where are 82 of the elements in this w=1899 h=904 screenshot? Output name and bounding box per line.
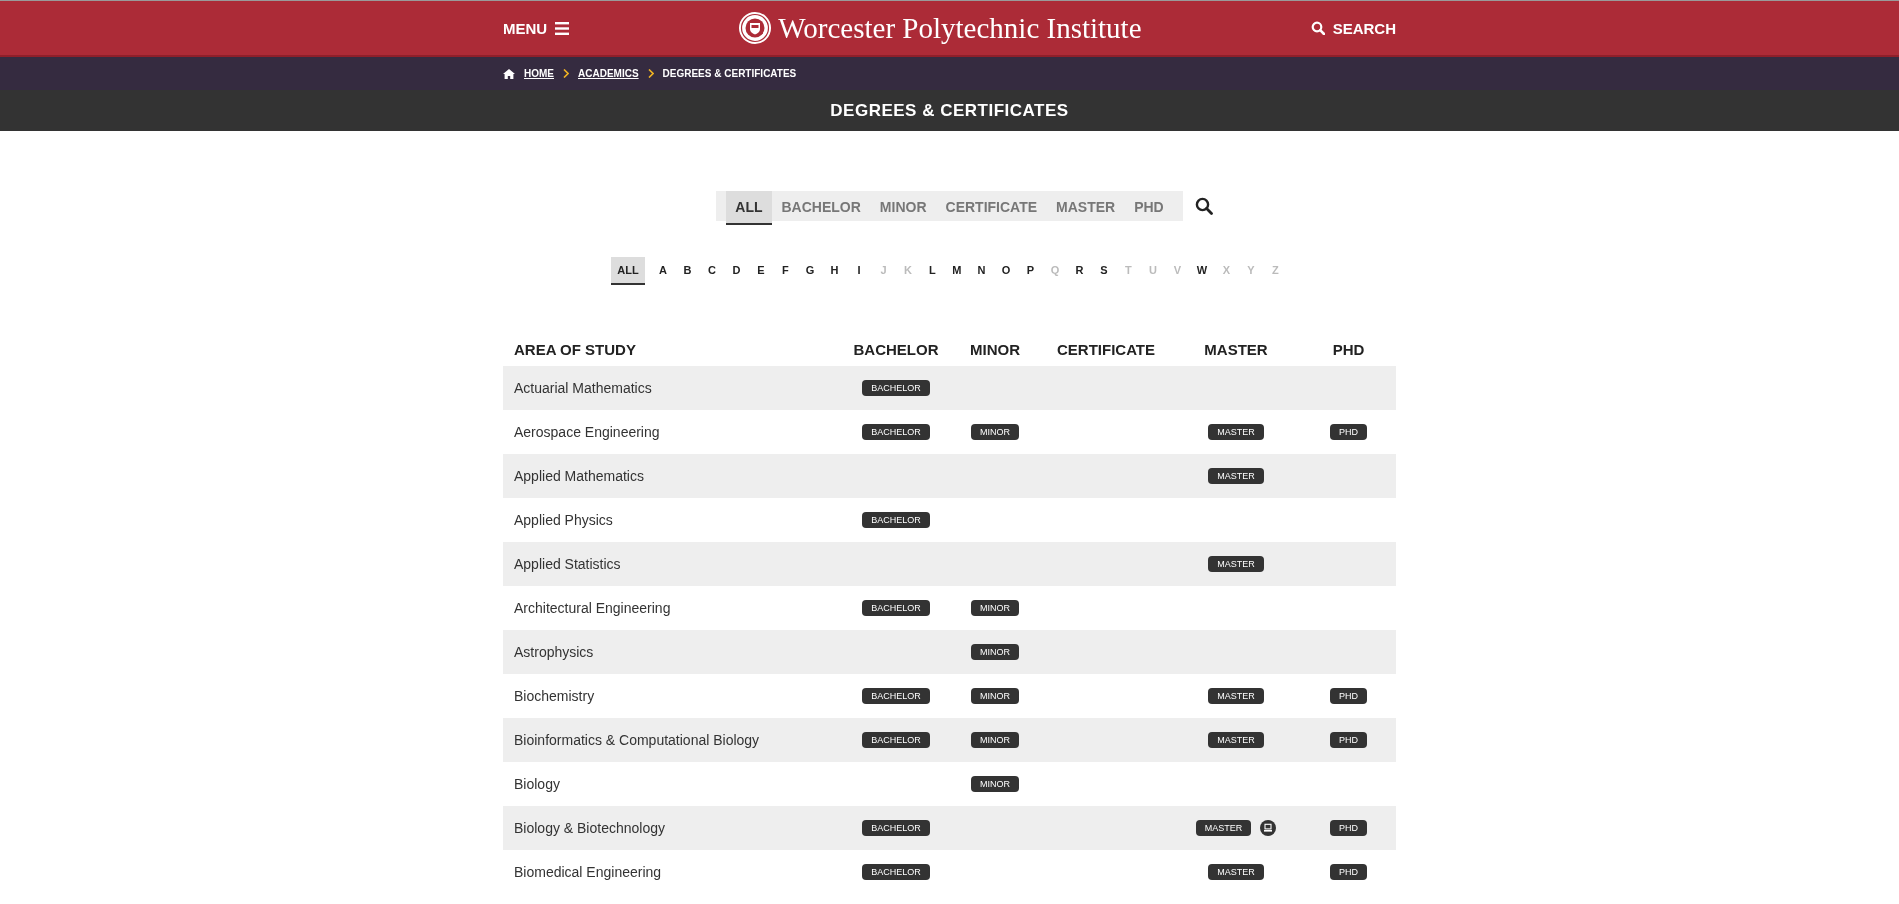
letter-filter[interactable]: P (1018, 257, 1043, 285)
column-header: CERTIFICATE (1056, 340, 1156, 358)
filter-tab[interactable]: BACHELOR (772, 191, 870, 225)
letter-filter[interactable]: ALL (611, 257, 645, 285)
letter-filter[interactable]: W (1189, 257, 1215, 285)
degree-badge[interactable]: MINOR (971, 644, 1019, 660)
letter-filter[interactable]: G (797, 257, 823, 285)
area-of-study: Applied Mathematics (514, 468, 644, 484)
search-button[interactable]: SEARCH (1310, 19, 1396, 37)
degree-badge[interactable]: MASTER (1208, 864, 1264, 880)
chevron-icon (647, 69, 654, 78)
breadcrumb-link[interactable]: ACADEMICS (578, 68, 639, 79)
degree-badge[interactable]: PHD (1330, 864, 1367, 880)
site-logo-link[interactable]: Worcester Polytechnic Institute (738, 11, 1142, 45)
degree-badge[interactable]: MINOR (971, 424, 1019, 440)
letter-filter[interactable]: H (822, 257, 847, 285)
search-icon[interactable] (1194, 197, 1213, 215)
letter-filter[interactable]: I (846, 257, 872, 285)
degree-badge[interactable]: MINOR (971, 600, 1019, 616)
letter-filter[interactable]: A (650, 257, 676, 285)
column-header: MINOR (970, 340, 1020, 358)
filter-tab[interactable]: ALL (726, 191, 772, 225)
area-of-study: Actuarial Mathematics (514, 380, 652, 396)
letter-filter[interactable]: N (969, 257, 994, 285)
degree-badge[interactable]: BACHELOR (862, 864, 930, 880)
degree-badge[interactable]: BACHELOR (862, 600, 930, 616)
degree-badge[interactable]: BACHELOR (862, 732, 930, 748)
letter-filter[interactable]: E (748, 257, 774, 285)
area-of-study: Biochemistry (514, 688, 595, 704)
letter-filter[interactable]: D (724, 257, 749, 285)
degree-badge[interactable]: MASTER (1208, 732, 1264, 748)
letter-filter[interactable]: L (920, 257, 945, 285)
area-of-study: Biology & Biotechnology (514, 820, 665, 836)
letter-filter[interactable]: F (773, 257, 798, 285)
degree-badge[interactable]: PHD (1330, 820, 1367, 836)
degree-badge[interactable]: BACHELOR (862, 512, 930, 528)
area-of-study: Applied Statistics (514, 556, 621, 572)
hamburger-icon (555, 21, 570, 35)
breadcrumb-link[interactable]: HOME (524, 68, 554, 79)
seal-icon (738, 11, 773, 45)
degree-badge[interactable]: MASTER (1208, 424, 1264, 440)
area-of-study: Aerospace Engineering (514, 424, 660, 440)
filter-tab[interactable]: MINOR (870, 191, 936, 225)
area-of-study: Biomedical Engineering (514, 864, 662, 880)
degree-badge[interactable]: PHD (1330, 424, 1367, 440)
area-of-study: Bioinformatics & Computational Biology (514, 732, 760, 748)
degree-badge[interactable]: MASTER (1208, 556, 1264, 572)
degree-badge[interactable]: MINOR (971, 732, 1019, 748)
filter-tab[interactable]: PHD (1125, 191, 1173, 225)
degree-badge[interactable]: PHD (1330, 688, 1367, 704)
area-of-study: Applied Physics (514, 512, 613, 528)
column-header: MASTER (1204, 340, 1268, 358)
search-icon (1310, 21, 1325, 35)
letter-filter[interactable]: R (1067, 257, 1092, 285)
degree-badge[interactable]: BACHELOR (862, 424, 930, 440)
degree-badge[interactable]: MASTER (1208, 688, 1264, 704)
page-title: DEGREES & CERTIFICATES (830, 100, 1069, 121)
degree-badge[interactable]: BACHELOR (862, 688, 930, 704)
letter-filter[interactable]: S (1091, 257, 1117, 285)
letter-filter[interactable]: M (944, 257, 970, 285)
letter-filter[interactable]: O (993, 257, 1019, 285)
column-header: PHD (1332, 340, 1365, 358)
letter-filter[interactable]: C (699, 257, 725, 285)
column-header: BACHELOR (853, 340, 939, 358)
degree-badge[interactable]: MASTER (1208, 468, 1264, 484)
degree-badge[interactable]: BACHELOR (862, 380, 930, 396)
home-icon (503, 68, 515, 79)
area-of-study: Biology (514, 776, 560, 792)
letter-filter[interactable]: B (675, 257, 700, 285)
chevron-icon (563, 69, 569, 78)
menu-button[interactable]: MENU (503, 19, 570, 37)
area-of-study: Astrophysics (514, 644, 594, 660)
degree-badge[interactable]: MINOR (971, 776, 1019, 792)
column-header: AREA OF STUDY (514, 340, 636, 358)
filter-tab[interactable]: MASTER (1047, 191, 1125, 225)
breadcrumb-current: DEGREES & CERTIFICATES (662, 68, 797, 79)
degree-badge[interactable]: MASTER (1195, 820, 1252, 836)
area-of-study: Architectural Engineering (514, 600, 671, 616)
degree-badge[interactable]: MINOR (971, 688, 1019, 704)
degree-badge[interactable]: BACHELOR (862, 820, 930, 836)
degree-badge[interactable]: PHD (1330, 732, 1367, 748)
filter-tab[interactable]: CERTIFICATE (936, 191, 1047, 225)
